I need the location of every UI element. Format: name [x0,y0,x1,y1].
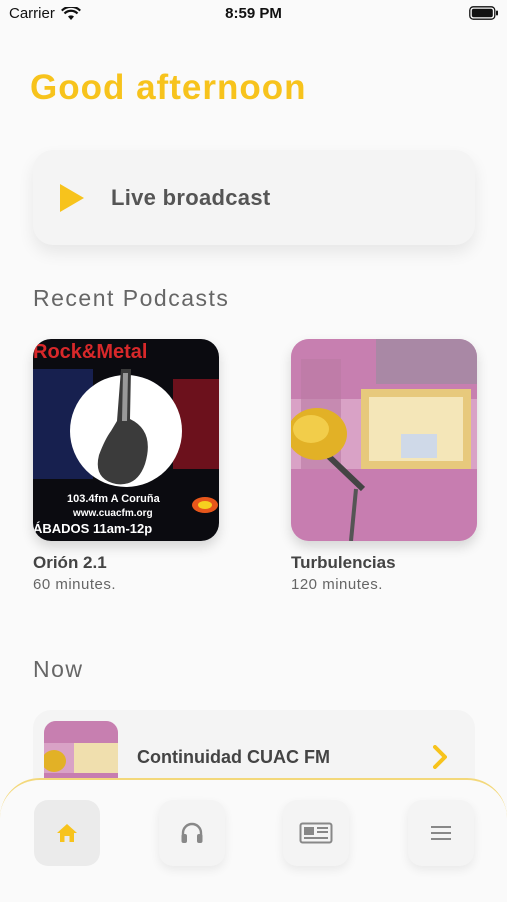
tab-podcasts[interactable] [159,800,225,866]
podcast-cover-turbulencias [291,339,477,541]
status-time: 8:59 PM [225,5,282,22]
tab-menu[interactable] [408,800,474,866]
cover-schedule: ÁBADOS 11am-12p [33,521,152,536]
podcast-name: Orión 2.1 [33,553,107,572]
news-icon [299,822,333,844]
live-broadcast-button[interactable]: Live broadcast [33,150,475,245]
battery-icon [469,6,498,20]
cover-url: www.cuacfm.org [72,508,153,519]
menu-icon [431,826,451,840]
tab-home[interactable] [34,800,100,866]
cover-headline: Rock&Metal [33,341,147,363]
now-playing-label: Continuidad CUAC FM [137,747,330,767]
cover-frequency: 103.4fm A Coruña [67,493,161,505]
status-bar: Carrier 8:59 PM [0,0,507,28]
podcast-duration: 120 minutes. [291,576,383,593]
recent-podcasts-title: Recent Podcasts [33,285,230,311]
headphones-icon [181,822,203,843]
play-icon [60,183,84,212]
podcast-card-turbulencias[interactable]: Turbulencias 120 minutes. [291,339,477,593]
now-title: Now [33,656,84,682]
tab-bar [0,778,507,902]
chevron-right-icon [433,745,447,769]
podcast-duration: 60 minutes. [33,576,117,593]
home-icon [57,824,77,842]
greeting-title: Good afternoon [30,68,307,107]
podcast-name: Turbulencias [291,553,396,572]
tab-news[interactable] [283,800,349,866]
podcast-cover-orion: Rock&Metal 103.4fm A Coruña www.cuacfm.o… [33,339,219,541]
live-broadcast-label: Live broadcast [111,184,271,210]
podcast-card-orion[interactable]: Rock&Metal 103.4fm A Coruña www.cuacfm.o… [33,339,219,593]
